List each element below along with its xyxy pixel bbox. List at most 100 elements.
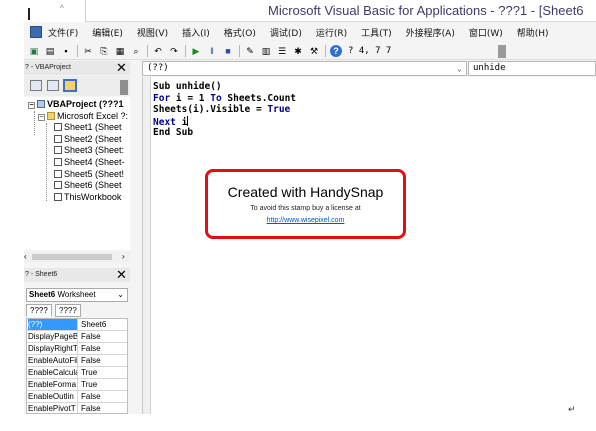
close-icon[interactable]: ✕ [116,61,127,74]
code-text: Sheets(i).Visible = [153,104,268,115]
menu-item[interactable]: 外接程序(A) [406,26,455,39]
property-value[interactable]: Sheet6 [81,319,106,330]
scroll-thumb[interactable] [32,254,112,260]
object-dropdown[interactable]: (??) ⌄ [142,61,467,76]
collapse-icon[interactable]: − [38,113,45,121]
scroll-right-icon[interactable]: › [122,252,125,262]
toolbar-scroll-handle[interactable] [498,45,506,58]
collapse-icon[interactable]: − [28,102,35,109]
tree-item[interactable]: Sheet6 (Sheet [54,180,122,191]
pane-scroll-handle[interactable] [120,80,128,95]
property-row[interactable]: EnablePivotT False [27,403,127,413]
property-value[interactable]: False [81,403,101,413]
view-code-icon[interactable] [30,80,42,91]
property-name: EnablePivotT [28,403,78,413]
menu-item[interactable]: 窗口(W) [469,26,503,39]
code-margin-bar[interactable] [143,77,151,414]
chevron-down-icon[interactable]: ⌄ [117,289,124,301]
tree-item[interactable]: Sheet2 (Sheet [54,134,122,145]
procedure-dropdown[interactable]: unhide [468,61,596,76]
run-icon[interactable]: ▶ [190,45,202,57]
break-icon[interactable]: ‖ [206,45,218,57]
view-object-icon[interactable] [47,80,59,91]
scroll-left-icon[interactable]: ‹ [24,252,27,262]
tree-item-label: Sheet1 (Sheet [64,122,122,133]
property-row[interactable]: EnableOutlin False [27,391,127,403]
undo-icon[interactable]: ↶ [152,45,164,57]
tree-item[interactable]: − VBAProject (???1 [28,99,124,110]
menu-item[interactable]: 插入(I) [182,26,210,39]
property-row[interactable]: EnableForma True [27,379,127,391]
reset-icon[interactable]: ■ [222,45,234,57]
window-tab[interactable]: ^ [24,0,86,22]
vba-app-icon[interactable] [30,26,42,38]
menu-item[interactable]: 编辑(E) [92,26,123,39]
sheet-icon [54,169,62,178]
design-mode-icon[interactable]: ✎ [244,45,256,57]
tree-item[interactable]: − Microsoft Excel ?: [38,111,128,122]
property-value[interactable]: False [81,331,101,342]
property-value[interactable]: True [81,379,97,390]
tree-connector [34,111,35,135]
stamp-link[interactable]: http://www.wisepixel.com [208,217,403,224]
tree-item-label: Microsoft Excel ?: [57,110,129,121]
tree-item[interactable]: Sheet4 (Sheet- [54,157,125,168]
toggle-folders-icon[interactable] [64,80,76,91]
save-icon[interactable]: ▪ [60,45,72,57]
menu-item[interactable]: 格式(O) [224,26,256,39]
cut-icon[interactable]: ✂ [82,45,94,57]
tree-item[interactable]: ThisWorkbook [54,192,121,203]
copy-icon[interactable]: ⎘ [98,45,110,57]
properties-icon[interactable]: ☰ [276,45,288,57]
project-icon [37,100,45,108]
property-row[interactable]: (??) Sheet6 [27,319,127,331]
tree-item-label: VBAProject (???1 [47,99,124,109]
property-row[interactable]: EnableAutoFil False [27,355,127,367]
paste-icon[interactable]: ▦ [114,45,126,57]
properties-tab[interactable]: ???? [55,304,81,317]
properties-pane-title: ? - Sheet6 [24,268,130,282]
toolbox-icon[interactable]: ⚒ [308,45,320,57]
properties-tab[interactable]: ???? [26,304,52,317]
code-text: Sub unhide() [153,81,222,92]
close-icon[interactable]: ✕ [116,268,127,281]
help-icon[interactable]: ? [330,44,342,57]
menu-item[interactable]: 工具(T) [361,26,392,39]
property-value[interactable]: True [81,367,97,378]
standard-toolbar: ▣ ▤ ▪ ✂ ⎘ ▦ ⌕ ↶ ↷ ▶ ‖ ■ ✎ ▥ ☰ ✱ ⚒? ? 4, 7 7 [24,42,596,60]
property-value[interactable]: False [81,355,101,366]
excel-view-icon[interactable]: ▣ [28,45,40,57]
tree-item-label: Sheet6 (Sheet [64,180,122,191]
menu-item[interactable]: 文件(F) [48,26,78,39]
project-explorer-icon[interactable]: ▥ [260,45,272,57]
property-value[interactable]: False [81,343,101,354]
property-row[interactable]: DisplayRightT False [27,343,127,355]
property-value[interactable]: False [81,391,101,402]
menu-item[interactable]: 帮助(H) [517,26,549,39]
tree-item[interactable]: Sheet3 (Sheet: [54,145,124,156]
property-name: EnableCalcula [28,367,78,378]
menu-item[interactable]: 视图(V) [137,26,168,39]
menu-item[interactable]: 运行(R) [316,26,347,39]
property-row[interactable]: EnableCalcula True [27,367,127,379]
object-browser-icon[interactable]: ✱ [292,45,304,57]
tree-item-label: Sheet2 (Sheet [64,133,122,144]
tree-item[interactable]: Sheet5 (Sheet! [54,169,124,180]
menu-item[interactable]: 调试(D) [270,26,302,39]
toolbar-separator [239,44,240,57]
code-editor[interactable]: Sub unhide() For i = 1 To Sheets.Count She… [142,77,596,414]
code-text: i = 1 [170,92,211,104]
code-keyword: True [267,104,291,115]
object-selector[interactable]: Sheet6 Worksheet ⌄ [26,288,128,302]
insert-module-icon[interactable]: ▤ [44,45,56,57]
project-horizontal-scrollbar[interactable]: ‹ › [24,252,130,262]
chevron-down-icon[interactable]: ⌄ [457,62,462,75]
sheet-icon [54,134,62,143]
tree-item[interactable]: Sheet1 (Sheet [54,122,122,133]
code-line: For i = 1 To Sheets.Count [153,93,296,104]
chevron-up-icon[interactable]: ^ [60,4,64,13]
redo-icon[interactable]: ↷ [168,45,180,57]
property-name: DisplayRightT [28,343,78,354]
property-row[interactable]: DisplayPageB False [27,331,127,343]
find-icon[interactable]: ⌕ [130,45,142,57]
